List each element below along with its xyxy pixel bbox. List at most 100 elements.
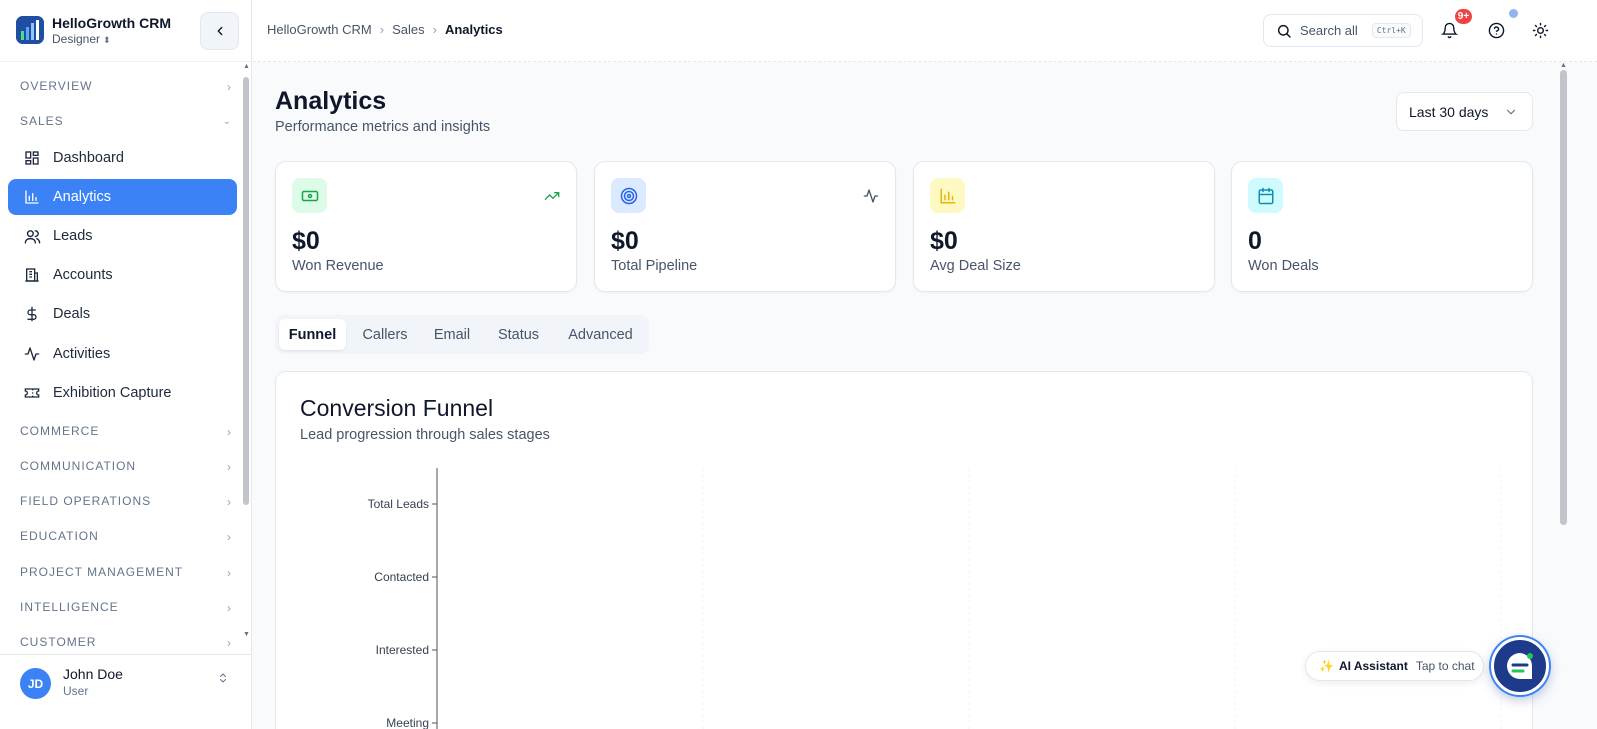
analytics-tabs: Funnel Callers Email Status Advanced bbox=[275, 315, 649, 354]
section-sales[interactable]: SALES ⌄ bbox=[20, 114, 232, 134]
date-range-select[interactable]: Last 30 days bbox=[1396, 92, 1533, 131]
sidebar-item-label: Analytics bbox=[53, 189, 112, 205]
user-menu[interactable]: JD John Doe User bbox=[0, 654, 252, 729]
scroll-up-icon[interactable]: ▲ bbox=[1560, 62, 1567, 69]
main-scrollbar[interactable]: ▲ bbox=[1559, 62, 1569, 729]
section-commerce[interactable]: COMMERCE › bbox=[20, 424, 232, 444]
metric-value: $0 bbox=[292, 227, 320, 255]
building-icon bbox=[23, 266, 41, 284]
sidebar-item-accounts[interactable]: Accounts bbox=[8, 257, 237, 293]
workspace-switcher[interactable]: Designer ⬍ bbox=[52, 32, 111, 46]
page-subtitle: Performance metrics and insights bbox=[275, 119, 491, 135]
section-label: FIELD OPERATIONS bbox=[20, 494, 152, 508]
page-title: Analytics bbox=[275, 87, 387, 115]
help-button[interactable] bbox=[1485, 19, 1507, 41]
metric-card-won-revenue: $0 Won Revenue bbox=[275, 161, 577, 292]
chat-bot-icon bbox=[1507, 653, 1533, 679]
theme-toggle-button[interactable] bbox=[1529, 19, 1551, 41]
chevron-right-icon: › bbox=[227, 80, 232, 94]
sidebar-item-label: Leads bbox=[53, 228, 93, 244]
ai-assistant-button[interactable] bbox=[1491, 637, 1549, 695]
sparkles-icon: ✨ bbox=[1319, 659, 1334, 673]
bar-chart-icon bbox=[930, 178, 965, 213]
section-label: SALES bbox=[20, 114, 64, 128]
user-name: John Doe bbox=[63, 666, 123, 682]
section-label: COMMERCE bbox=[20, 424, 100, 438]
section-label: PROJECT MANAGEMENT bbox=[20, 565, 184, 579]
y-tick-label: Total Leads bbox=[368, 497, 429, 511]
sidebar-scrollbar[interactable]: ▲ ▼ bbox=[243, 63, 250, 642]
tab-callers[interactable]: Callers bbox=[352, 319, 418, 350]
ai-assistant-pill[interactable]: ✨ AI Assistant Tap to chat bbox=[1305, 651, 1484, 681]
section-label: INTELLIGENCE bbox=[20, 600, 119, 614]
sidebar-item-activities[interactable]: Activities bbox=[8, 336, 237, 372]
breadcrumb-root[interactable]: HelloGrowth CRM bbox=[267, 22, 372, 37]
section-intelligence[interactable]: INTELLIGENCE › bbox=[20, 600, 232, 620]
sidebar-item-deals[interactable]: Deals bbox=[8, 296, 237, 332]
section-project-management[interactable]: PROJECT MANAGEMENT › bbox=[20, 565, 232, 585]
breadcrumb-sales[interactable]: Sales bbox=[392, 22, 425, 37]
ticket-icon bbox=[23, 384, 41, 402]
user-role: User bbox=[63, 684, 89, 698]
sidebar-item-analytics[interactable]: Analytics bbox=[8, 179, 237, 215]
section-education[interactable]: EDUCATION › bbox=[20, 529, 232, 549]
search-label: Search all bbox=[1300, 23, 1358, 38]
sun-icon bbox=[1532, 22, 1548, 38]
banknote-icon bbox=[292, 178, 327, 213]
chevron-right-icon: › bbox=[432, 22, 437, 37]
activity-icon bbox=[23, 345, 41, 363]
grid-icon bbox=[23, 149, 41, 167]
scroll-down-icon[interactable]: ▼ bbox=[243, 631, 250, 638]
sidebar-item-label: Deals bbox=[53, 306, 91, 322]
chevron-down-icon: ⌄ bbox=[222, 116, 232, 127]
section-overview[interactable]: OVERVIEW › bbox=[20, 79, 232, 99]
global-search-button[interactable]: Search all Ctrl+K bbox=[1263, 14, 1423, 47]
date-range-value: Last 30 days bbox=[1409, 103, 1489, 120]
tab-email[interactable]: Email bbox=[423, 319, 481, 350]
breadcrumb-current: Analytics bbox=[444, 22, 503, 37]
chevron-down-icon bbox=[1504, 105, 1518, 119]
users-icon bbox=[23, 227, 41, 245]
trending-up-icon bbox=[544, 188, 560, 204]
breadcrumb: HelloGrowth CRM › Sales › Analytics bbox=[267, 22, 503, 37]
section-label: COMMUNICATION bbox=[20, 459, 137, 473]
sidebar-item-label: Activities bbox=[53, 346, 111, 362]
metric-label: Won Revenue bbox=[292, 258, 384, 274]
ai-assistant-title: AI Assistant bbox=[1338, 659, 1408, 673]
y-tick-label: Meeting bbox=[386, 716, 429, 729]
section-customer[interactable]: CUSTOMER › bbox=[20, 635, 232, 653]
chevron-left-icon bbox=[217, 26, 222, 36]
chevron-right-icon: › bbox=[227, 636, 232, 650]
sidebar-item-leads[interactable]: Leads bbox=[8, 218, 237, 254]
tab-advanced[interactable]: Advanced bbox=[557, 319, 644, 350]
chevron-right-icon: › bbox=[227, 530, 232, 544]
bar-chart-logo-icon bbox=[16, 16, 44, 44]
avatar: JD bbox=[20, 668, 51, 699]
brand-header: HelloGrowth CRM Designer ⬍ bbox=[0, 0, 252, 62]
sidebar-item-dashboard[interactable]: Dashboard bbox=[8, 140, 237, 176]
tab-status[interactable]: Status bbox=[486, 319, 551, 350]
metric-card-won-deals: 0 Won Deals bbox=[1231, 161, 1533, 292]
scroll-up-icon[interactable]: ▲ bbox=[243, 63, 250, 70]
section-label: EDUCATION bbox=[20, 529, 99, 543]
main-scroll-thumb[interactable] bbox=[1560, 70, 1567, 525]
section-field-operations[interactable]: FIELD OPERATIONS › bbox=[20, 494, 232, 514]
section-label: CUSTOMER bbox=[20, 635, 97, 649]
activity-icon bbox=[863, 188, 879, 204]
collapse-sidebar-button[interactable] bbox=[200, 12, 239, 50]
sidebar-item-label: Exhibition Capture bbox=[53, 385, 172, 401]
sidebar-item-label: Accounts bbox=[53, 267, 113, 283]
sidebar-item-exhibition-capture[interactable]: Exhibition Capture bbox=[8, 375, 237, 411]
bar-chart-icon bbox=[23, 188, 41, 206]
workspace-name: Designer bbox=[52, 32, 101, 46]
top-header: HelloGrowth CRM › Sales › Analytics Sear… bbox=[253, 0, 1597, 62]
notification-badge: 9+ bbox=[1453, 7, 1474, 26]
tab-funnel[interactable]: Funnel bbox=[279, 319, 346, 350]
section-communication[interactable]: COMMUNICATION › bbox=[20, 459, 232, 479]
metric-label: Total Pipeline bbox=[611, 258, 698, 274]
sidebar-scroll-thumb[interactable] bbox=[243, 77, 249, 505]
metric-value: $0 bbox=[611, 227, 639, 255]
help-circle-icon bbox=[1488, 22, 1504, 38]
y-tick-label: Contacted bbox=[374, 570, 429, 584]
chevrons-up-down-icon[interactable] bbox=[217, 671, 229, 688]
